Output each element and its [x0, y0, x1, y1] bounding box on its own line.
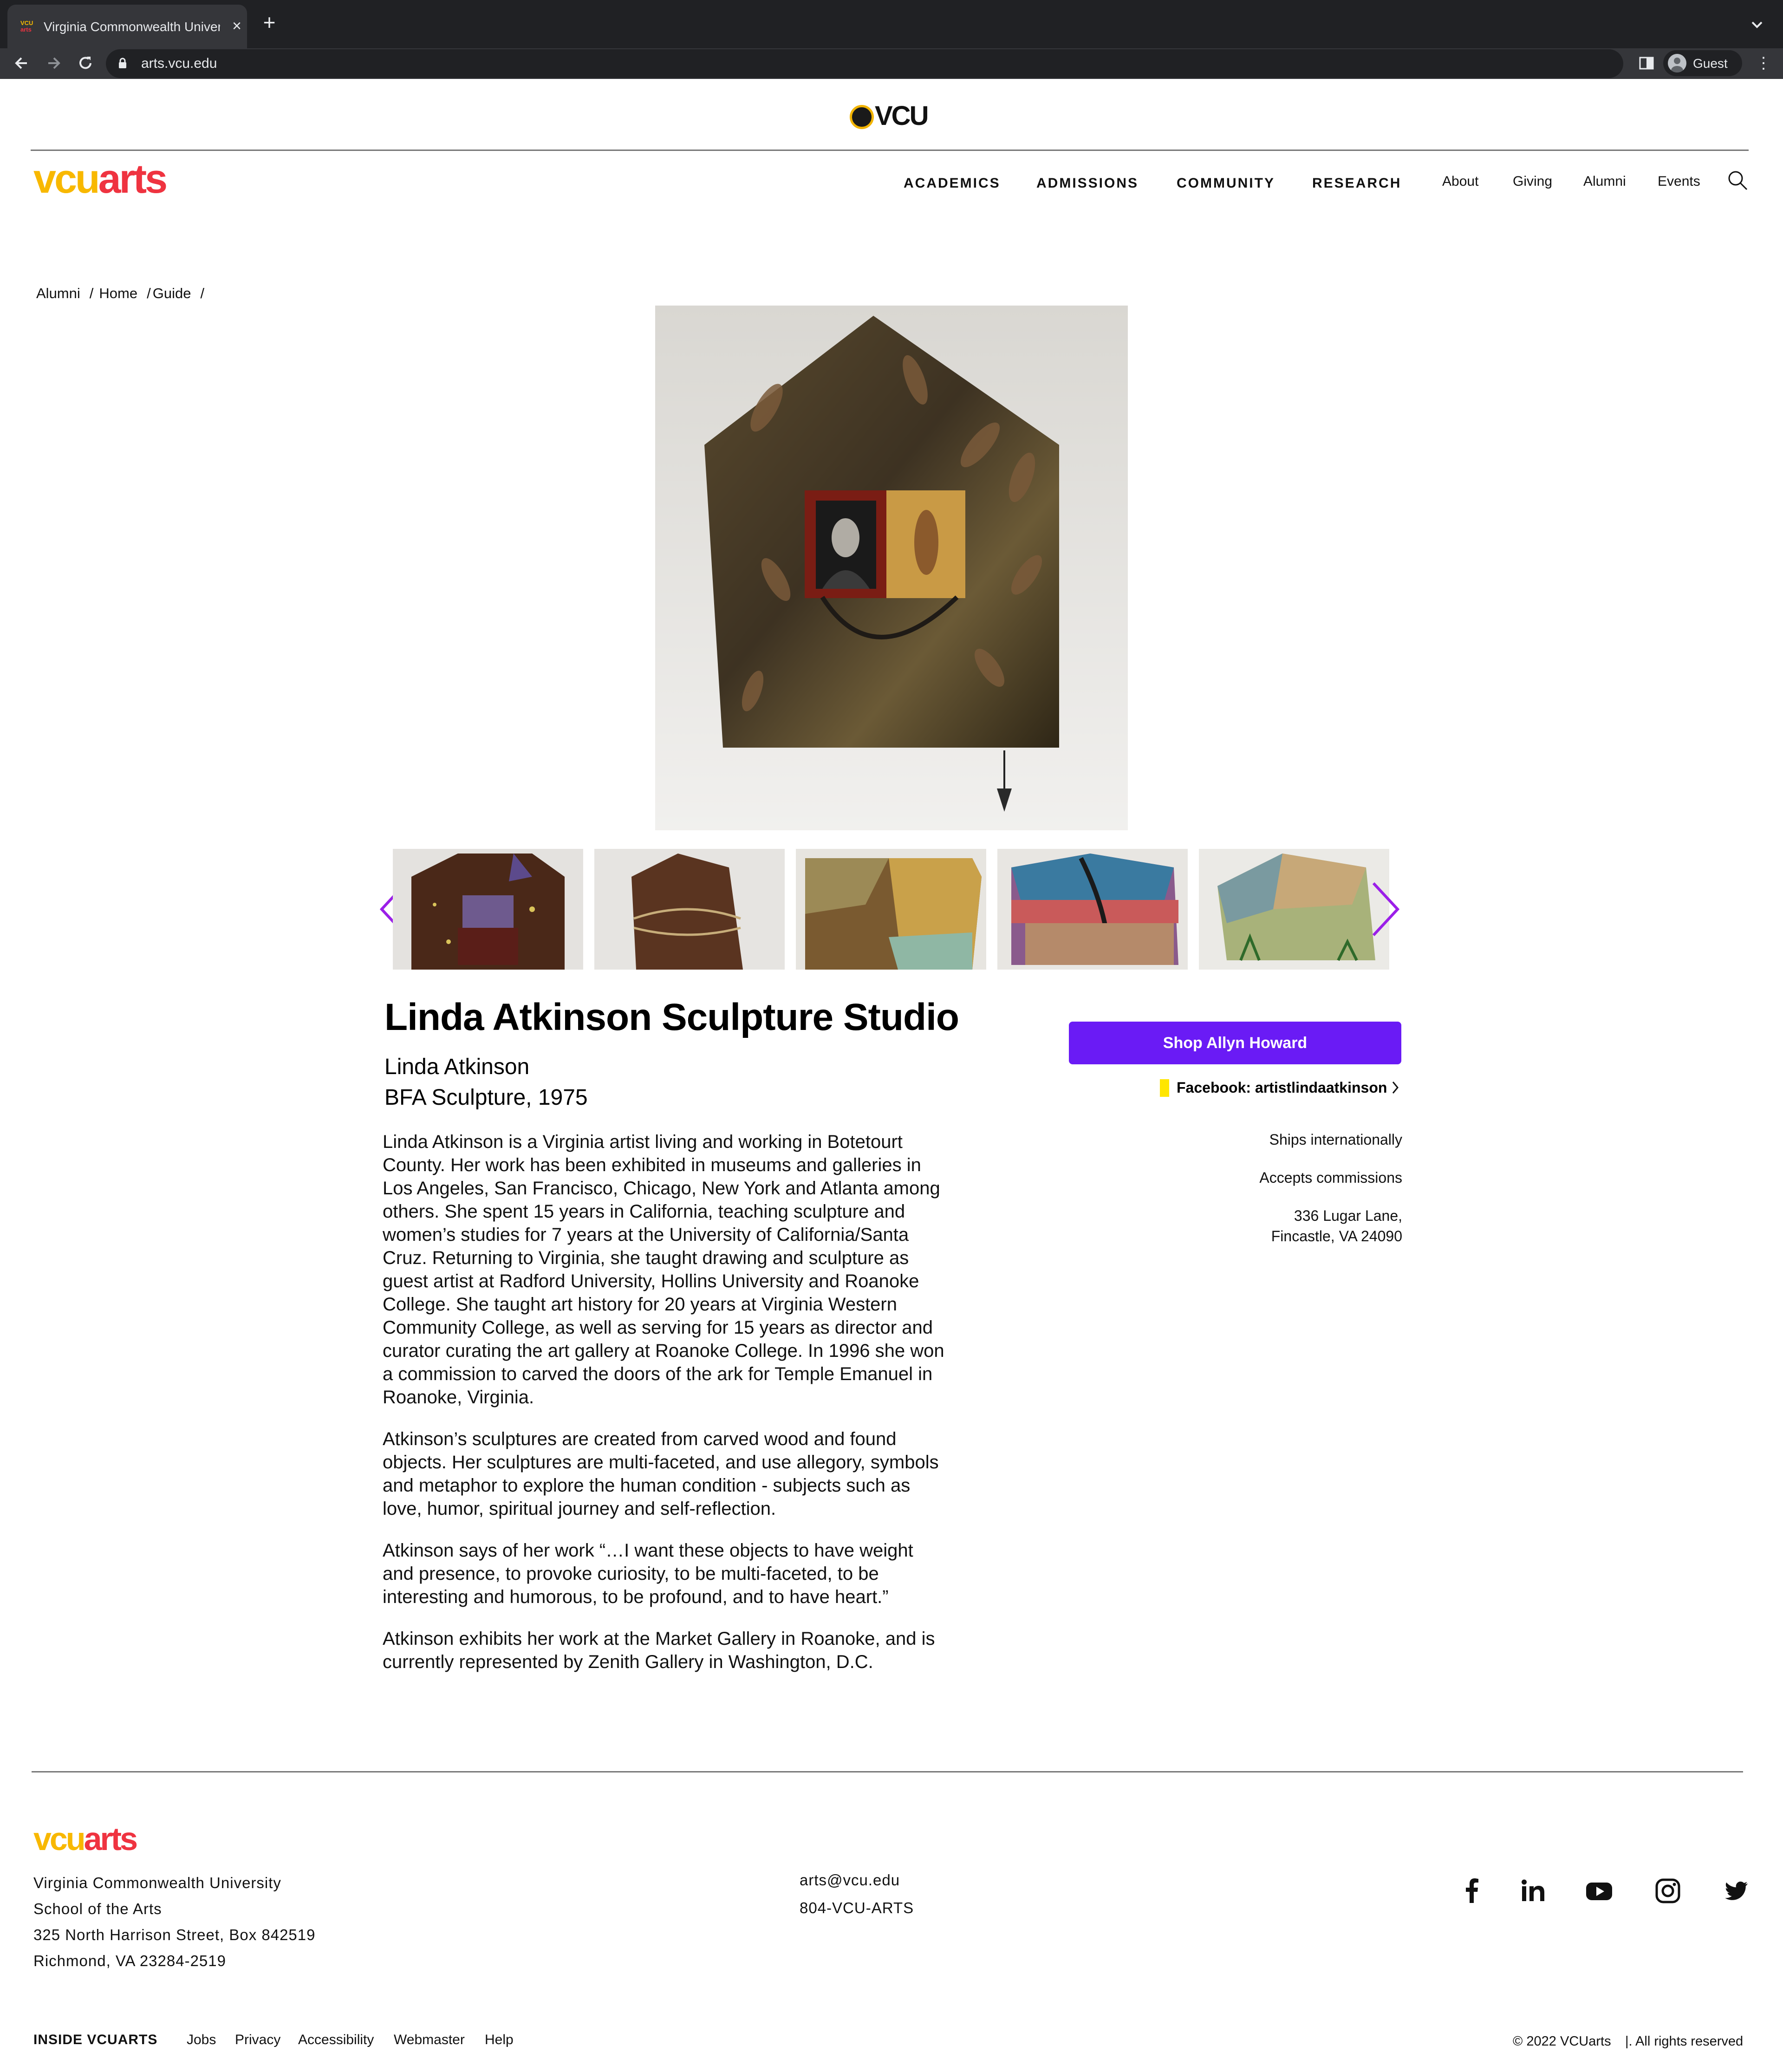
thumbnail-2[interactable]: [594, 849, 785, 970]
main-artwork-image: [655, 306, 1128, 830]
browser-tab-strip: VCU arts Virginia Commonwealth Univer × +: [0, 0, 1783, 48]
footer-link-help[interactable]: Help: [485, 2032, 514, 2048]
header-divider: [31, 150, 1749, 151]
address-line-2: Fincastle, VA 24090: [1271, 1228, 1402, 1245]
avatar-icon: [1668, 54, 1686, 72]
chevron-down-icon[interactable]: [1746, 13, 1768, 35]
footer-link-webmaster[interactable]: Webmaster: [394, 2032, 465, 2048]
facebook-icon[interactable]: [1457, 1876, 1487, 1906]
artist-name: Linda Atkinson: [384, 1055, 530, 1079]
vcu-logo[interactable]: VCU: [850, 101, 933, 131]
profile-label: Guest: [1693, 56, 1728, 71]
artist-bio: Linda Atkinson is a Virginia artist livi…: [383, 1130, 949, 1692]
close-tab-icon[interactable]: ×: [227, 16, 247, 36]
footer-vcuarts-logo[interactable]: vcuarts: [33, 1820, 138, 1857]
footer-divider: [32, 1771, 1743, 1772]
carousel-next-chevron-icon[interactable]: [1369, 880, 1402, 938]
shop-button[interactable]: Shop Allyn Howard: [1069, 1022, 1401, 1064]
thumbnail-3[interactable]: [796, 849, 986, 970]
footer-address-line: Virginia Commonwealth University: [33, 1874, 281, 1891]
twitter-icon[interactable]: [1721, 1876, 1750, 1906]
browser-toolbar: arts.vcu.edu Guest ⋮: [0, 48, 1783, 79]
rights-text: |. All rights reserved: [1625, 2034, 1744, 2049]
nav-giving[interactable]: Giving: [1513, 174, 1552, 189]
footer-link-privacy[interactable]: Privacy: [235, 2032, 280, 2048]
reload-icon[interactable]: [73, 51, 98, 75]
nav-admissions[interactable]: ADMISSIONS: [1036, 176, 1139, 191]
address-bar[interactable]: arts.vcu.edu: [106, 49, 1623, 78]
vcuarts-logo[interactable]: vcuarts: [33, 155, 168, 202]
side-panel-icon[interactable]: [1636, 53, 1657, 73]
address-line-1: 336 Lugar Lane,: [1294, 1207, 1402, 1224]
footer-address-line: Richmond, VA 23284-2519: [33, 1952, 226, 1969]
back-arrow-icon[interactable]: [9, 51, 33, 75]
forward-arrow-icon[interactable]: [42, 51, 66, 75]
profile-button[interactable]: Guest: [1663, 50, 1742, 76]
lock-icon: [118, 58, 127, 69]
thumbnail-4[interactable]: [997, 849, 1188, 970]
footer-address-line: 325 North Harrison Street, Box 842519: [33, 1926, 316, 1943]
nav-community[interactable]: COMMUNITY: [1177, 176, 1275, 191]
new-tab-icon[interactable]: +: [258, 11, 280, 33]
nav-academics[interactable]: ACADEMICS: [904, 176, 1001, 191]
vcu-logo-text: VCU: [875, 101, 929, 131]
browser-tab[interactable]: VCU arts Virginia Commonwealth Univer ×: [7, 5, 247, 48]
bio-paragraph: Atkinson exhibits her work at the Market…: [383, 1629, 935, 1672]
linkedin-icon[interactable]: [1518, 1876, 1548, 1906]
facebook-link-label: Facebook: artistlindaatkinson: [1177, 1079, 1387, 1096]
copyright-text: © 2022 VCUarts: [1513, 2034, 1611, 2049]
commissions-info: Accepts commissions: [1259, 1169, 1402, 1186]
tab-title: Virginia Commonwealth Univer: [44, 20, 220, 34]
chevron-right-icon: [1389, 1077, 1401, 1098]
nav-research[interactable]: RESEARCH: [1312, 176, 1401, 191]
nav-about[interactable]: About: [1442, 174, 1478, 189]
breadcrumb: Alumni / Home / Guide /: [36, 285, 205, 301]
bio-paragraph: Linda Atkinson is a Virginia artist livi…: [383, 1132, 944, 1407]
footer-link-accessibility[interactable]: Accessibility: [298, 2032, 374, 2048]
facebook-link[interactable]: Facebook: artistlindaatkinson: [1160, 1077, 1401, 1099]
url-text: arts.vcu.edu: [141, 56, 217, 71]
footer-link-jobs[interactable]: Jobs: [187, 2032, 216, 2048]
listing-title: Linda Atkinson Sculpture Studio: [384, 996, 959, 1038]
bio-paragraph: Atkinson’s sculptures are created from c…: [383, 1429, 939, 1519]
search-icon[interactable]: [1726, 169, 1749, 191]
facebook-marker: [1160, 1079, 1169, 1097]
breadcrumb-alumni[interactable]: Alumni: [36, 285, 80, 301]
breadcrumb-home[interactable]: Home: [99, 285, 137, 301]
breadcrumb-guide[interactable]: Guide: [153, 285, 191, 301]
nav-events[interactable]: Events: [1658, 174, 1700, 189]
footer-inside-vcuarts: INSIDE VCUARTS: [33, 2032, 158, 2047]
thumbnail-strip: [393, 849, 1391, 970]
footer-phone-link[interactable]: 804-VCU-ARTS: [800, 1899, 914, 1917]
bio-paragraph: Atkinson says of her work “…I want these…: [383, 1540, 913, 1607]
footer-email-link[interactable]: arts@vcu.edu: [800, 1871, 900, 1889]
more-menu-icon[interactable]: ⋮: [1754, 52, 1773, 74]
nav-alumni[interactable]: Alumni: [1583, 174, 1626, 189]
instagram-icon[interactable]: [1653, 1876, 1683, 1906]
vcu-seal-icon: [850, 105, 874, 129]
artist-degree: BFA Sculpture, 1975: [384, 1085, 588, 1110]
tab-favicon: VCU arts: [20, 20, 33, 33]
thumbnail-1[interactable]: [393, 849, 583, 970]
shipping-info: Ships internationally: [1269, 1131, 1402, 1148]
youtube-icon[interactable]: [1584, 1876, 1614, 1906]
thumbnail-5[interactable]: [1199, 849, 1389, 970]
footer-address-line: School of the Arts: [33, 1900, 162, 1917]
